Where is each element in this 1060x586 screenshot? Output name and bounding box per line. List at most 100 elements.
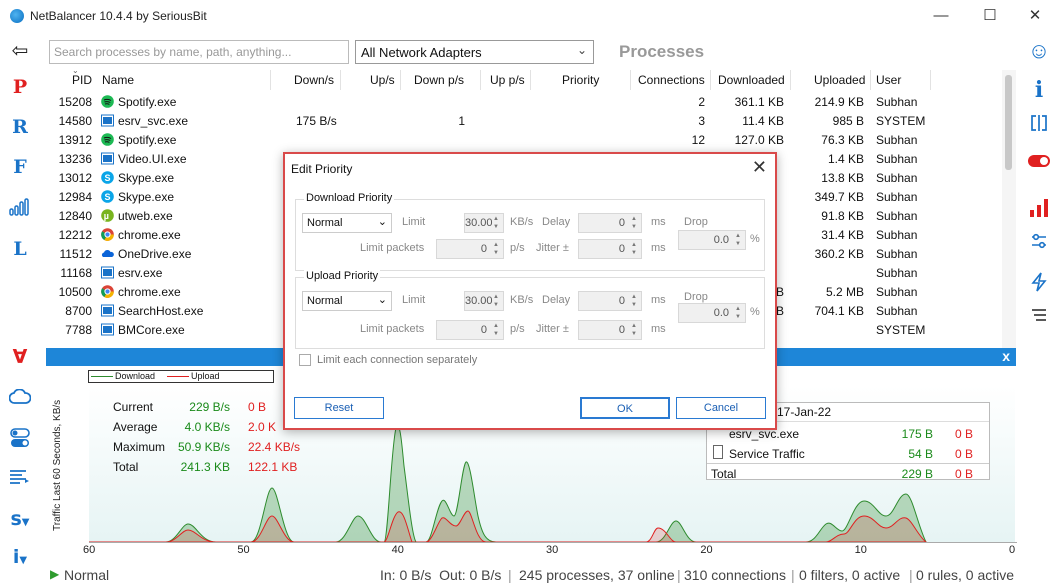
col-down-ps[interactable]: Down p/s — [414, 73, 464, 87]
download-delay-input[interactable]: 0 ▲ ▼ — [578, 213, 642, 233]
download-ps-label: p/s — [510, 242, 525, 254]
app-icon — [101, 323, 114, 336]
forall-icon[interactable]: ∀ — [0, 346, 40, 368]
reset-button[interactable]: Reset — [294, 397, 384, 419]
ok-button[interactable]: OK — [580, 397, 670, 419]
spinner-arrows-icon[interactable]: ▲ ▼ — [490, 241, 502, 257]
upload-limit-input[interactable]: 30.00 ▲ ▼ — [464, 291, 504, 311]
limit-each-checkbox[interactable] — [299, 354, 311, 366]
cell-pid: 7788 — [65, 323, 92, 337]
statistics-chart-icon[interactable] — [0, 198, 40, 221]
status-bar: ▶ Normal In: 0 B/s Out: 0 B/s | 245 proc… — [50, 567, 1015, 583]
chevron-down-icon: ⌄ — [576, 43, 587, 57]
app-icon — [101, 304, 114, 317]
download-jitter-input[interactable]: 0 ▲ ▼ — [578, 239, 642, 259]
minimize-button[interactable]: — — [930, 6, 952, 26]
spinner-arrows-icon[interactable]: ▲ ▼ — [628, 215, 640, 231]
x-tick-label: 10 — [854, 544, 867, 556]
stat-download: 50.9 KB/s — [177, 440, 230, 454]
upload-packets-input[interactable]: 0 ▲ ▼ — [436, 320, 504, 340]
play-icon[interactable]: ▶ — [50, 567, 59, 581]
close-button[interactable]: ✕ — [1024, 6, 1046, 26]
download-drop-input[interactable]: 0.0 ▲ ▼ — [678, 230, 746, 250]
cell-uploaded: 31.4 KB — [821, 228, 864, 242]
upload-delay-input[interactable]: 0 ▲ ▼ — [578, 291, 642, 311]
spinner-arrows-icon[interactable]: ▲ ▼ — [628, 322, 640, 338]
info-icon[interactable]: i — [1018, 77, 1060, 103]
filters-nav-button[interactable]: F — [0, 156, 40, 178]
scrollbar-thumb[interactable] — [1005, 75, 1012, 170]
table-row[interactable]: 15208 Spotify.exe 2 361.1 KB 214.9 KB Subhan — [50, 92, 1010, 111]
bar-chart-icon[interactable] — [1018, 198, 1060, 223]
search-input[interactable]: Search processes by name, path, anything… — [49, 40, 349, 64]
log-nav-button[interactable]: L — [0, 238, 40, 260]
toggles-icon[interactable] — [0, 428, 40, 453]
download-packets-value: 0 — [480, 243, 487, 255]
legend-download: Download — [115, 371, 156, 381]
close-icon[interactable]: x — [1002, 348, 1010, 364]
download-priority-select[interactable]: Normal ⌄ — [302, 213, 392, 233]
app-icon — [101, 114, 114, 127]
cell-uploaded: 985 B — [832, 114, 864, 128]
toggle-on-icon[interactable] — [1018, 152, 1060, 173]
processes-nav-button[interactable]: P — [0, 76, 40, 98]
info-menu-button[interactable]: i▼ — [0, 546, 40, 568]
stat-upload: 22.4 KB/s — [248, 440, 301, 454]
col-pid[interactable]: PID — [72, 73, 92, 87]
upload-priority-select[interactable]: Normal ⌄ — [302, 291, 392, 311]
col-up[interactable]: Up/s — [370, 73, 395, 87]
menu-lines-icon[interactable] — [1018, 306, 1060, 327]
cell-uploaded: 91.8 KB — [821, 209, 864, 223]
x-tick-label: 20 — [700, 544, 713, 556]
s-menu-button[interactable]: s▼ — [0, 508, 40, 530]
upload-kbs-label: KB/s — [510, 294, 534, 306]
spinner-arrows-icon[interactable]: ▲ ▼ — [732, 305, 744, 321]
upload-ps-label: p/s — [510, 323, 525, 335]
table-row[interactable]: 14580 esrv_svc.exe 175 B/s 1 3 11.4 KB 985 B SY… — [50, 111, 1010, 130]
cell-user: SYSTEM — [876, 323, 926, 337]
spinner-arrows-icon[interactable]: ▲ ▼ — [490, 322, 502, 338]
upload-jitter-input[interactable]: 0 ▲ ▼ — [578, 320, 642, 340]
col-downloaded[interactable]: Downloaded — [718, 73, 785, 87]
spinner-arrows-icon[interactable]: ▲ ▼ — [732, 232, 744, 248]
cell-uploaded: 360.2 KB — [814, 247, 864, 261]
cloud-icon[interactable] — [0, 388, 40, 410]
lightning-icon[interactable] — [1018, 272, 1060, 297]
download-limit-value: 30.00 — [465, 217, 493, 229]
smiley-icon[interactable]: ☺ — [1018, 38, 1060, 64]
app-icon — [101, 152, 114, 165]
download-packets-input[interactable]: 0 ▲ ▼ — [436, 239, 504, 259]
col-uploaded[interactable]: Uploaded — [814, 73, 865, 87]
cancel-button[interactable]: Cancel — [676, 397, 766, 419]
download-limit-input[interactable]: 30.00 ▲ ▼ — [464, 213, 504, 233]
spinner-arrows-icon[interactable]: ▲ ▼ — [628, 293, 640, 309]
cell-user: Subhan — [876, 171, 918, 185]
sliders-icon[interactable] — [1018, 232, 1060, 255]
spinner-arrows-icon[interactable]: ▲ ▼ — [628, 241, 640, 257]
col-down[interactable]: Down/s — [294, 73, 334, 87]
table-row[interactable]: 13912 Spotify.exe 12 127.0 KB 76.3 KB Subhan — [50, 130, 1010, 149]
status-mode[interactable]: Normal — [64, 567, 109, 583]
x-tick-label: 40 — [391, 544, 404, 556]
list-filter-icon[interactable] — [0, 468, 40, 490]
upload-drop-input[interactable]: 0.0 ▲ ▼ — [678, 303, 746, 323]
rules-nav-button[interactable]: R — [0, 116, 40, 138]
close-icon[interactable]: ✕ — [752, 157, 767, 178]
spinner-arrows-icon[interactable]: ▲ ▼ — [490, 293, 502, 309]
summary-down: 175 B — [901, 427, 933, 441]
col-user[interactable]: User — [876, 73, 901, 87]
cell-user: Subhan — [876, 133, 918, 147]
spinner-arrows-icon[interactable]: ▲ ▼ — [490, 215, 502, 231]
back-arrow-icon[interactable]: ⇦ — [0, 38, 40, 62]
network-adapter-select[interactable]: All Network Adapters ⌄ — [355, 40, 594, 64]
maximize-button[interactable]: ☐ — [979, 6, 1001, 26]
col-connections[interactable]: Connections — [638, 73, 705, 87]
x-tick-label: 30 — [546, 544, 559, 556]
stat-download: 241.3 KB — [180, 460, 230, 474]
svg-text:S: S — [105, 192, 111, 202]
col-up-ps[interactable]: Up p/s — [490, 73, 525, 87]
cell-pid: 11512 — [59, 247, 92, 261]
col-name[interactable]: Name — [102, 73, 134, 87]
split-view-icon[interactable] — [1018, 114, 1060, 137]
col-priority[interactable]: Priority — [562, 73, 599, 87]
